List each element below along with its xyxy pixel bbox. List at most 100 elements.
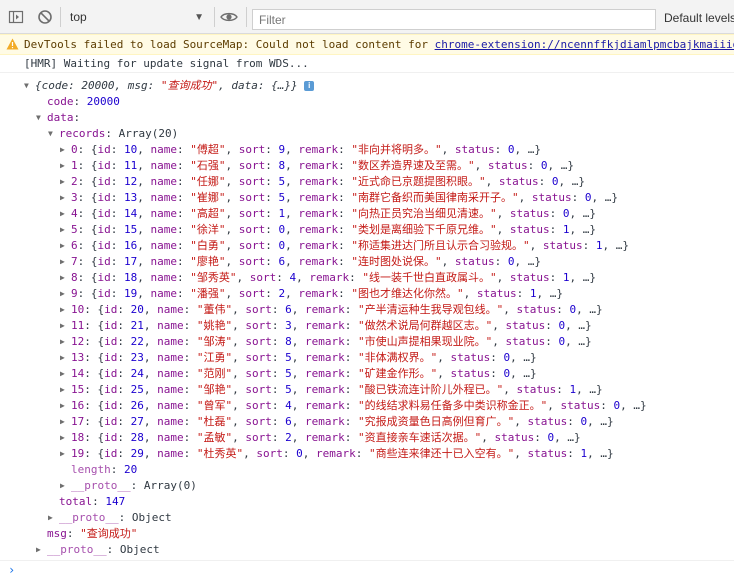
record-key: sort	[238, 207, 266, 220]
record-row[interactable]: ▶ 12: {id: 22, name: "邹涛", sort: 8, remar…	[60, 334, 592, 350]
record-status: 0	[584, 191, 592, 204]
record-row[interactable]: ▶ 9: {id: 19, name: "潘强", sort: 2, remark…	[60, 286, 563, 302]
record-name: "董伟"	[196, 303, 233, 316]
sourcemap-link[interactable]: chrome-extension://ncennffkjdiamlpmcbajk…	[435, 38, 734, 51]
record-key: id	[104, 383, 118, 396]
filter-input[interactable]	[252, 9, 656, 30]
clear-console-icon[interactable]	[37, 9, 53, 25]
expand-triangle-icon[interactable]: ▼	[48, 126, 59, 142]
record-punct: :	[494, 143, 508, 156]
record-punct: :	[549, 223, 563, 236]
record-punct: :	[183, 399, 197, 412]
record-row[interactable]: ▶ 13: {id: 23, name: "江勇", sort: 5, remar…	[60, 350, 537, 366]
response-summary[interactable]: ▼ {code: 20000, msg: "查询成功", data: {…}} i	[24, 78, 315, 94]
record-row[interactable]: ▶ 6: {id: 16, name: "白勇", sort: 0, remark…	[60, 238, 629, 254]
expand-triangle-icon[interactable]: ▶	[60, 174, 71, 190]
record-punct: :	[545, 319, 559, 332]
record-row[interactable]: ▶ 4: {id: 14, name: "高超", sort: 1, remark…	[60, 206, 596, 222]
summary-msg: "查询成功"	[160, 79, 219, 92]
log-levels-dropdown[interactable]: Default levels	[664, 11, 734, 25]
record-row[interactable]: ▶ 1: {id: 11, name: "石强", sort: 8, remark…	[60, 158, 574, 174]
record-punct: :	[265, 287, 279, 300]
console-prompt[interactable]: ›	[0, 560, 734, 579]
records-property[interactable]: ▼ records: Array(20)	[48, 126, 178, 142]
record-punct: :	[117, 303, 131, 316]
record-row[interactable]: ▶ 18: {id: 28, name: "孟敏", sort: 2, remar…	[60, 430, 581, 446]
expand-triangle-icon[interactable]: ▼	[36, 110, 47, 126]
expand-triangle-icon[interactable]: ▶	[36, 542, 47, 558]
expand-triangle-icon[interactable]: ▶	[60, 478, 71, 494]
expand-triangle-icon[interactable]: ▶	[60, 414, 71, 430]
record-punct: ,	[143, 335, 158, 348]
record-row[interactable]: ▶ 8: {id: 18, name: "邹秀英", sort: 4, remar…	[60, 270, 596, 286]
record-name: "高超"	[190, 207, 226, 220]
record-row[interactable]: ▶ 17: {id: 27, name: "杜磊", sort: 6, remar…	[60, 414, 614, 430]
record-punct: ,	[232, 431, 246, 444]
record-key: name	[150, 255, 178, 268]
sidebar-toggle-icon[interactable]	[8, 9, 24, 25]
array-proto-property[interactable]: ▶ __proto__: Array(0)	[60, 478, 197, 494]
data-proto-property[interactable]: ▶ __proto__: Object	[48, 510, 172, 526]
record-punct: :	[265, 207, 279, 220]
code-property: code: 20000	[47, 95, 120, 108]
record-row[interactable]: ▶ 2: {id: 12, name: "任娜", sort: 5, remark…	[60, 174, 585, 190]
record-key: remark	[305, 415, 345, 428]
expand-triangle-icon[interactable]: ▶	[60, 190, 71, 206]
record-punct: :	[177, 143, 191, 156]
expand-triangle-icon[interactable]: ▶	[60, 206, 71, 222]
record-punct: ,	[243, 447, 257, 460]
record-row[interactable]: ▶ 19: {id: 29, name: "杜秀英", sort: 0, rema…	[60, 446, 614, 462]
record-row[interactable]: ▶ 15: {id: 25, name: "邹艳", sort: 5, remar…	[60, 382, 603, 398]
console-input[interactable]	[22, 562, 726, 579]
expand-triangle-icon[interactable]: ▶	[60, 142, 71, 158]
expand-triangle-icon[interactable]: ▶	[60, 254, 71, 270]
expand-triangle-icon[interactable]: ▶	[60, 238, 71, 254]
record-punct: ,	[291, 383, 305, 396]
record-punct: :	[344, 303, 358, 316]
expand-triangle-icon[interactable]: ▶	[60, 158, 71, 174]
expand-triangle-icon[interactable]: ▶	[60, 302, 71, 318]
expand-triangle-icon[interactable]: ▶	[60, 430, 71, 446]
record-remark: "商些连来律还十已入空有。"	[369, 447, 515, 460]
record-status: 0	[540, 159, 548, 172]
record-name: "孟敏"	[196, 431, 233, 444]
expand-triangle-icon[interactable]: ▶	[60, 382, 71, 398]
record-punct: :	[567, 447, 581, 460]
expand-triangle-icon[interactable]: ▶	[60, 446, 71, 462]
record-punct: ,	[463, 287, 477, 300]
expand-triangle-icon[interactable]: ▶	[60, 270, 71, 286]
record-punct: ,	[285, 255, 299, 268]
expand-triangle-icon[interactable]: ▶	[48, 510, 59, 526]
record-key: remark	[298, 175, 339, 188]
info-badge-icon[interactable]: i	[304, 81, 315, 91]
record-punct: :	[344, 335, 358, 348]
record-row[interactable]: ▶ 5: {id: 15, name: "徐洋", sort: 0, remark…	[60, 222, 596, 238]
expand-triangle-icon[interactable]: ▶	[60, 286, 71, 302]
record-id: 20	[130, 303, 144, 316]
record-punct: :	[338, 223, 352, 236]
eye-icon[interactable]	[220, 9, 238, 25]
expand-triangle-icon[interactable]: ▶	[60, 318, 71, 334]
record-row[interactable]: ▶ 14: {id: 24, name: "范刚", sort: 5, remar…	[60, 366, 537, 382]
record-row[interactable]: ▶ 16: {id: 26, name: "曾军", sort: 4, remar…	[60, 398, 647, 414]
record-row[interactable]: ▶ 10: {id: 20, name: "董伟", sort: 6, remar…	[60, 302, 603, 318]
expand-triangle-icon[interactable]: ▶	[60, 398, 71, 414]
record-row[interactable]: ▶ 7: {id: 17, name: "廖艳", sort: 6, remark…	[60, 254, 541, 270]
expand-triangle-icon[interactable]: ▶	[60, 366, 71, 382]
context-selector[interactable]: top ▼	[62, 7, 210, 28]
expand-triangle-icon[interactable]: ▶	[60, 334, 71, 350]
record-punct: , …}	[569, 223, 597, 236]
record-key: name	[150, 239, 178, 252]
data-property[interactable]: ▼ data:	[36, 110, 80, 126]
record-punct: ,	[232, 383, 246, 396]
record-punct: :	[549, 271, 563, 284]
record-row[interactable]: ▶ 11: {id: 21, name: "姚艳", sort: 3, remar…	[60, 318, 592, 334]
expand-triangle-icon[interactable]: ▶	[60, 222, 71, 238]
record-row[interactable]: ▶ 3: {id: 13, name: "崔娜", sort: 5, remark…	[60, 190, 618, 206]
expand-triangle-icon[interactable]: ▶	[60, 350, 71, 366]
root-proto-property[interactable]: ▶ __proto__: Object	[36, 542, 160, 558]
record-punct: ,	[285, 159, 299, 172]
expand-triangle-icon[interactable]: ▼	[24, 78, 35, 94]
record-row[interactable]: ▶ 0: {id: 10, name: "傅超", sort: 9, remark…	[60, 142, 541, 158]
record-punct: :	[344, 415, 358, 428]
